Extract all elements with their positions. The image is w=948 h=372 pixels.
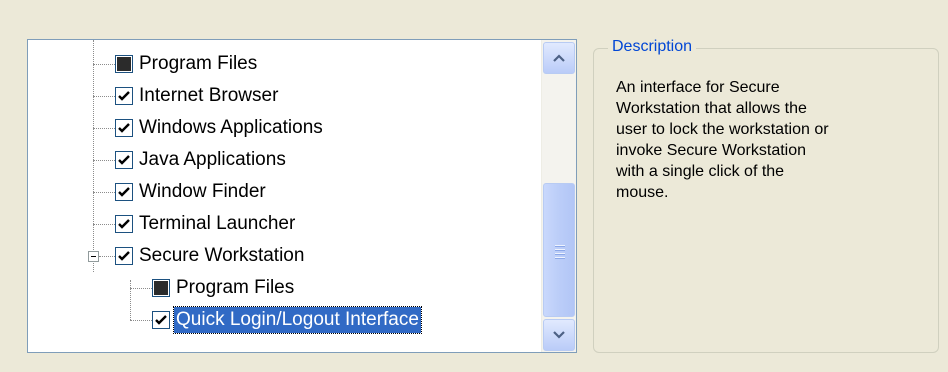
tree-item-label: Internet Browser	[139, 85, 279, 106]
tree-item-terminal-launcher[interactable]: Terminal Launcher	[115, 209, 297, 239]
checkbox[interactable]	[152, 311, 170, 329]
tree-connector	[99, 256, 115, 257]
grip-icon	[555, 245, 565, 261]
checkbox[interactable]	[115, 151, 133, 169]
tree-item-label: Program Files	[139, 53, 258, 74]
tree-item-windows-applications[interactable]: Windows Applications	[115, 113, 325, 143]
checkbox[interactable]	[115, 87, 133, 105]
description-line: user to lock the workstation or	[616, 121, 829, 138]
tree-item-label: Java Applications	[139, 149, 286, 170]
tree-item-label: Program Files	[176, 277, 295, 298]
tree-item-internet-browser[interactable]: Internet Browser	[115, 81, 280, 111]
checkbox[interactable]	[115, 247, 133, 265]
tree-connector	[93, 64, 115, 65]
description-legend: Description	[608, 37, 697, 57]
chevron-down-icon	[553, 331, 565, 339]
tree-item-window-finder[interactable]: Window Finder	[115, 177, 268, 207]
tree-connector	[93, 40, 94, 272]
tree-item-program-files-child[interactable]: Program Files	[152, 273, 296, 303]
tree-item-label: Quick Login/Logout Interface	[173, 306, 422, 334]
tree-item-program-files[interactable]: Program Files	[115, 49, 259, 79]
collapse-toggle-icon[interactable]	[88, 251, 99, 262]
tree-item-label: Window Finder	[139, 181, 266, 202]
tree-connector	[93, 192, 115, 193]
description-line: with a single click of the	[616, 163, 785, 180]
chevron-up-icon	[553, 54, 565, 62]
scroll-up-button[interactable]	[543, 42, 575, 74]
vertical-scrollbar[interactable]	[541, 40, 576, 352]
checkbox[interactable]	[115, 215, 133, 233]
tree-item-label: Windows Applications	[139, 117, 323, 138]
description-line: mouse.	[616, 184, 669, 201]
partial-checkbox[interactable]	[152, 279, 170, 297]
feature-tree[interactable]: Program Files Internet Browser Windows A…	[27, 39, 577, 353]
tree-connector	[130, 280, 131, 320]
tree-connector	[93, 160, 115, 161]
scroll-down-button[interactable]	[543, 319, 575, 351]
checkbox[interactable]	[115, 183, 133, 201]
tree-connector	[130, 288, 152, 289]
tree-connector	[130, 320, 152, 321]
description-text: An interface for Secure Workstation that…	[616, 77, 926, 203]
partial-checkbox[interactable]	[115, 55, 133, 73]
scroll-thumb[interactable]	[543, 183, 575, 317]
tree-connector	[93, 224, 115, 225]
description-line: invoke Secure Workstation	[616, 142, 807, 159]
tree-connector	[93, 96, 115, 97]
checkbox[interactable]	[115, 119, 133, 137]
tree-item-quick-login-logout[interactable]: Quick Login/Logout Interface	[152, 305, 422, 335]
tree-item-label: Terminal Launcher	[139, 213, 296, 234]
tree-item-secure-workstation[interactable]: Secure Workstation	[115, 241, 306, 271]
description-line: Workstation that allows the	[616, 100, 807, 117]
description-line: An interface for Secure	[616, 79, 780, 96]
tree-item-java-applications[interactable]: Java Applications	[115, 145, 288, 175]
tree-item-label: Secure Workstation	[139, 245, 305, 266]
tree-connector	[93, 128, 115, 129]
